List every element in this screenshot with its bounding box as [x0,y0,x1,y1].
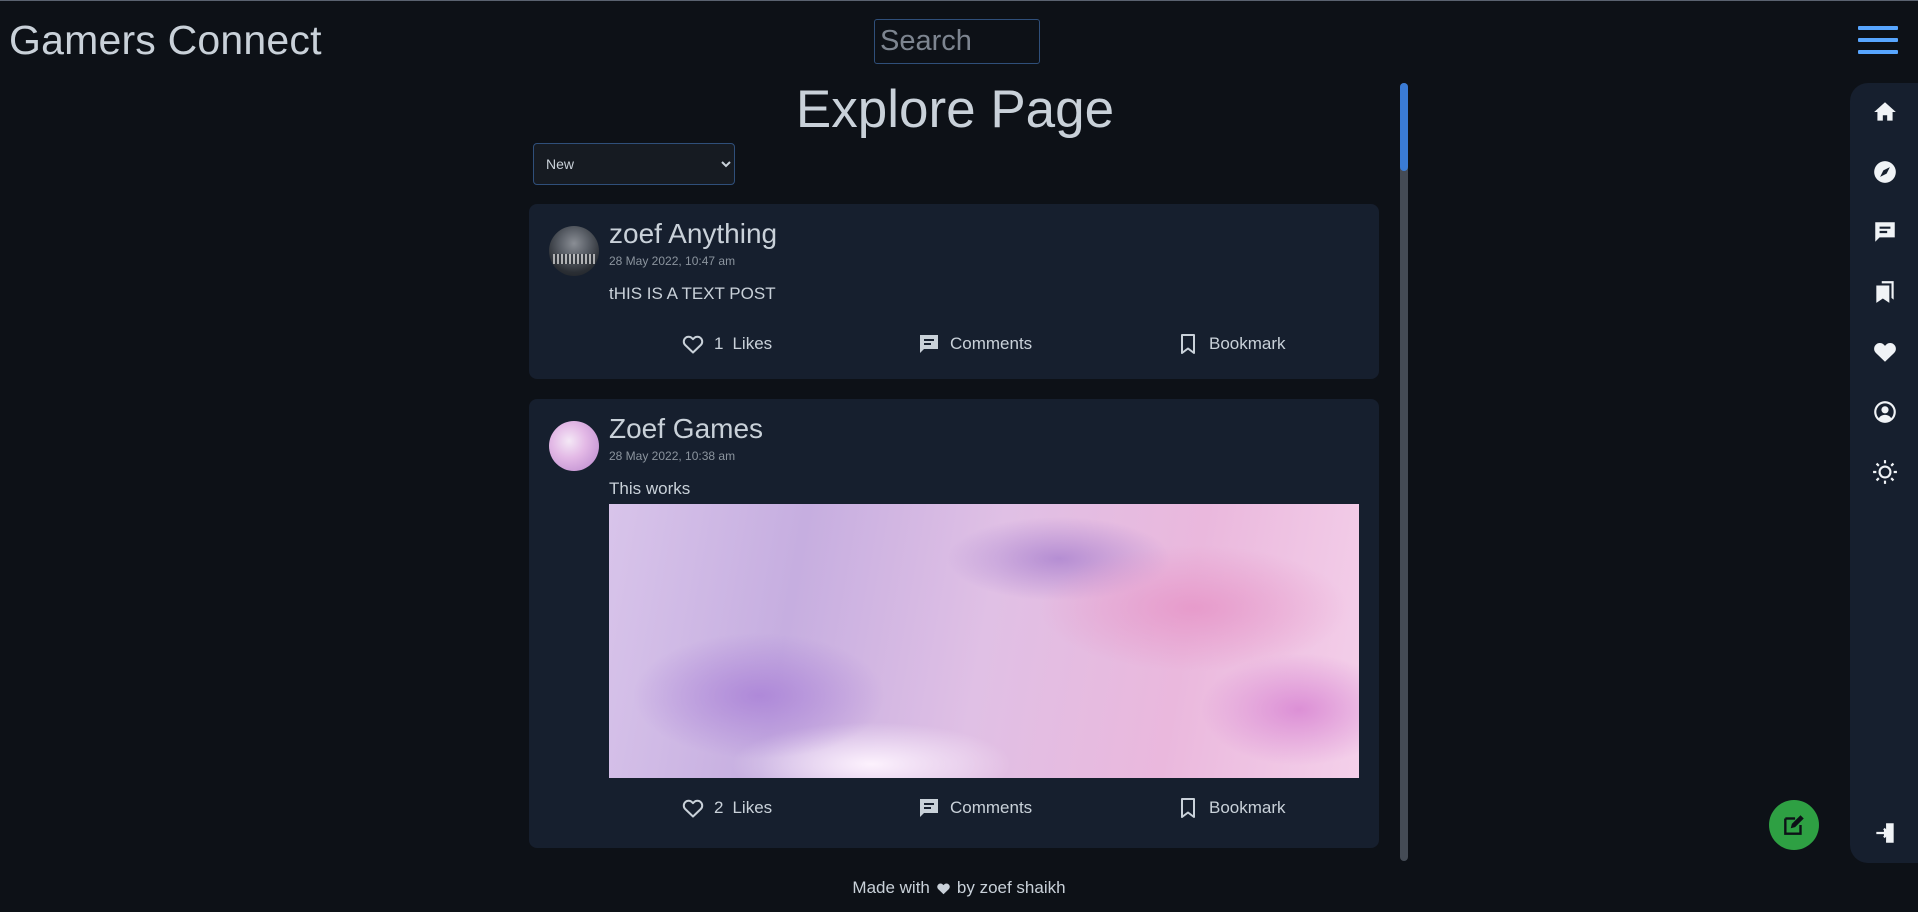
heart-outline-icon [682,799,704,818]
bookmark-label: Bookmark [1209,798,1286,817]
bookmark-button[interactable]: Bookmark [1176,332,1286,356]
create-post-button[interactable] [1769,800,1819,850]
like-count: 2 [714,798,724,817]
chat-icon[interactable] [1870,217,1900,247]
footer-text-before: Made with [852,878,930,897]
post-actions: 1 Likes Comments Bookmark [529,332,1379,362]
bookmark-outline-icon [1181,798,1195,818]
sidebar [1850,83,1918,863]
favorites-icon[interactable] [1870,337,1900,367]
footer-text-after: by zoef shaikh [956,878,1066,897]
footer: Made with by zoef shaikh [0,878,1918,900]
bookmark-button[interactable]: Bookmark [1176,796,1286,820]
brand-title[interactable]: Gamers Connect [9,17,322,64]
page-title: Explore Page [795,80,1115,139]
like-button[interactable]: 2 Likes [681,796,772,820]
bookmark-outline-icon [1181,334,1195,354]
post-body: tHIS IS A TEXT POST [609,284,776,303]
sort-select[interactable]: New [533,143,735,185]
feed-scrollbar[interactable] [1400,83,1408,861]
like-label: Likes [732,798,773,817]
heart-icon [936,880,951,900]
post-username[interactable]: zoef Anything [609,218,777,250]
edit-icon [1784,815,1804,835]
post-username[interactable]: Zoef Games [609,413,763,445]
like-label: Likes [732,334,773,353]
search-input[interactable] [874,19,1040,64]
profile-icon[interactable] [1870,397,1900,427]
post-actions: 2 Likes Comments Bookmark [529,796,1379,826]
comments-label: Comments [950,798,1033,817]
heart-outline-icon [682,335,704,354]
post-timestamp: 28 May 2022, 10:47 am [609,254,736,268]
bookmark-label: Bookmark [1209,334,1286,353]
like-button[interactable]: 1 Likes [681,332,772,356]
post-timestamp: 28 May 2022, 10:38 am [609,449,736,463]
comment-icon [920,335,938,353]
comments-button[interactable]: Comments [917,796,1032,820]
post-image[interactable] [609,504,1359,778]
comments-label: Comments [950,334,1033,353]
post-card: Zoef Games 28 May 2022, 10:38 am This wo… [529,399,1379,848]
post-body: This works [609,479,691,498]
comments-button[interactable]: Comments [917,332,1032,356]
avatar[interactable] [549,226,599,276]
logout-icon[interactable] [1870,818,1900,848]
theme-toggle-icon[interactable] [1870,457,1900,487]
hamburger-menu-icon[interactable] [1858,26,1898,56]
bookmarks-icon[interactable] [1870,277,1900,307]
explore-icon[interactable] [1870,157,1900,187]
comment-icon [920,799,938,817]
home-icon[interactable] [1870,97,1900,127]
avatar[interactable] [549,421,599,471]
like-count: 1 [714,334,724,353]
feed-scrollbar-thumb[interactable] [1400,83,1408,171]
post-card: zoef Anything 28 May 2022, 10:47 am tHIS… [529,204,1379,379]
